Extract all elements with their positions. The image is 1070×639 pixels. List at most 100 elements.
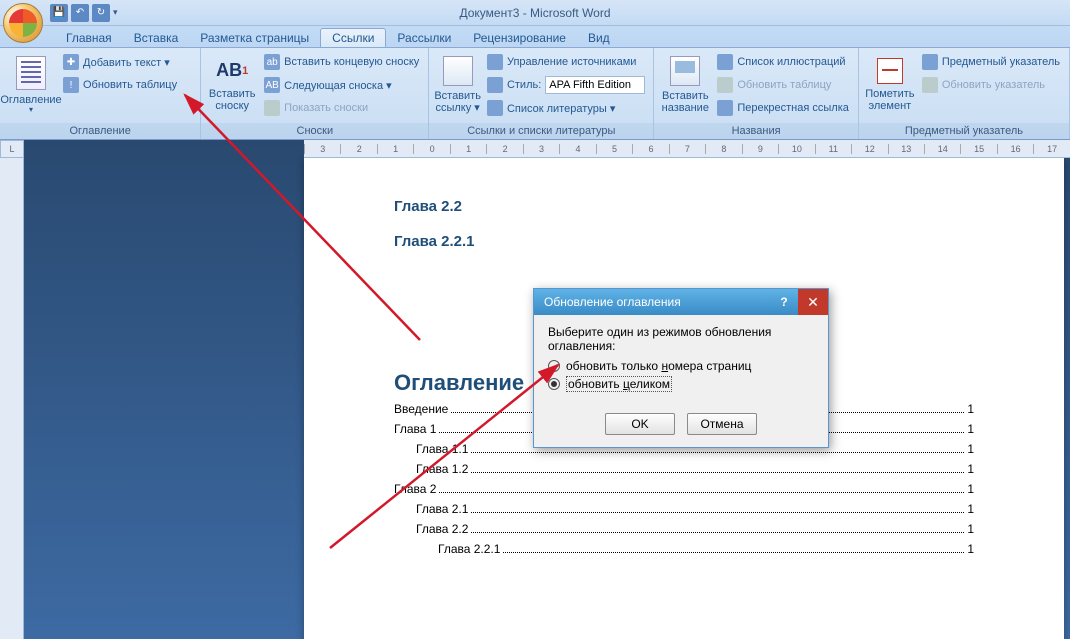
office-button[interactable] <box>3 3 43 43</box>
dialog-buttons: OK Отмена <box>534 405 828 447</box>
update-index-icon <box>922 77 938 93</box>
toc-button-label: Оглавление <box>0 94 61 106</box>
redo-icon[interactable]: ↻ <box>92 4 110 22</box>
style-select[interactable] <box>545 76 645 94</box>
tab-Рассылки[interactable]: Рассылки <box>386 29 462 47</box>
insert-citation-label: Вставить ссылку ▾ <box>434 90 481 114</box>
quick-access-toolbar: 💾 ↶ ↻ ▾ <box>50 0 121 25</box>
toc-leader <box>439 492 964 493</box>
toc-page-number: 1 <box>967 422 974 436</box>
radio-update-entire[interactable]: обновить целиком <box>548 377 814 391</box>
ribbon-tabs: ГлавнаяВставкаРазметка страницыСсылкиРас… <box>0 26 1070 48</box>
toc-leader <box>503 552 964 553</box>
toc-leader <box>471 452 964 453</box>
group-label: Сноски <box>201 123 428 139</box>
tab-Разметка страницы[interactable]: Разметка страницы <box>189 29 320 47</box>
index-icon <box>922 54 938 70</box>
endnote-icon: ab <box>264 54 280 70</box>
next-footnote-icon: AB <box>264 77 280 93</box>
ribbon-group-toc: Оглавление ▾ ✚Добавить текст ▾ !Обновить… <box>0 48 201 139</box>
figures-icon <box>717 54 733 70</box>
insert-caption-label: Вставить название <box>659 90 711 114</box>
toc-icon <box>16 56 46 90</box>
toc-text: Глава 1.1 <box>416 442 468 456</box>
toc-text: Глава 1 <box>394 422 436 436</box>
tab-Главная[interactable]: Главная <box>55 29 123 47</box>
tab-Вид[interactable]: Вид <box>577 29 621 47</box>
table-of-figures-button[interactable]: Список иллюстраций <box>713 51 853 73</box>
ribbon-group-footnotes: AB1 Вставить сноску abВставить концевую … <box>201 48 429 139</box>
toc-entry: Глава 21 <box>394 482 974 496</box>
radio-icon[interactable] <box>548 360 560 372</box>
radio-icon[interactable] <box>548 378 560 390</box>
manage-sources-button[interactable]: Управление источниками <box>483 51 649 73</box>
toc-page-number: 1 <box>967 542 974 556</box>
toc-entry: Глава 2.2.1 1 <box>394 542 974 556</box>
insert-index-button[interactable]: Предметный указатель <box>918 51 1064 73</box>
show-notes-icon <box>264 100 280 116</box>
style-label: Стиль: <box>507 79 541 91</box>
dropdown-icon: ▾ <box>29 106 33 115</box>
toc-leader <box>471 512 964 513</box>
insert-citation-button[interactable]: Вставить ссылку ▾ <box>434 50 481 120</box>
toc-page-number: 1 <box>967 402 974 416</box>
horizontal-ruler[interactable]: 32101234567891011121314151617 <box>304 140 1070 158</box>
show-footnotes-button: Показать сноски <box>260 97 423 119</box>
tab-Вставка[interactable]: Вставка <box>123 29 190 47</box>
style-icon <box>487 77 503 93</box>
update-table-button[interactable]: !Обновить таблицу <box>59 74 181 96</box>
dialog-titlebar[interactable]: Обновление оглавления ? ✕ <box>534 289 828 315</box>
mark-entry-icon <box>877 58 903 84</box>
caption-icon <box>670 56 700 86</box>
toc-button[interactable]: Оглавление ▾ <box>5 50 57 120</box>
toc-page-number: 1 <box>967 442 974 456</box>
ribbon-group-captions: Вставить название Список иллюстраций Обн… <box>654 48 859 139</box>
ok-button[interactable]: OK <box>605 413 675 435</box>
toc-text: Введение <box>394 402 448 416</box>
toc-page-number: 1 <box>967 462 974 476</box>
dialog-close-button[interactable]: ✕ <box>798 289 828 315</box>
toc-entry: Глава 1.2 1 <box>394 462 974 476</box>
toc-leader <box>471 532 964 533</box>
group-label: Оглавление <box>0 123 200 139</box>
toc-text: Глава 2.1 <box>416 502 468 516</box>
dialog-body: Выберите один из режимов обновления огла… <box>534 315 828 405</box>
undo-icon[interactable]: ↶ <box>71 4 89 22</box>
qat-dropdown-icon[interactable]: ▾ <box>113 7 121 18</box>
ribbon-group-citations: Вставить ссылку ▾ Управление источниками… <box>429 48 654 139</box>
manage-sources-icon <box>487 54 503 70</box>
group-label: Названия <box>654 123 858 139</box>
vertical-ruler[interactable] <box>0 140 24 639</box>
tab-Ссылки[interactable]: Ссылки <box>320 28 386 47</box>
mark-entry-label: Пометить элемент <box>864 88 916 112</box>
insert-endnote-button[interactable]: abВставить концевую сноску <box>260 51 423 73</box>
toc-text: Глава 2.2 <box>416 522 468 536</box>
radio-update-page-numbers[interactable]: обновить только номера страниц <box>548 359 814 373</box>
toc-entry: Глава 2.2 1 <box>394 522 974 536</box>
heading: Глава 2.2.1 <box>394 233 974 250</box>
radio-label: обновить только номера страниц <box>566 359 751 373</box>
next-footnote-button[interactable]: ABСледующая сноска ▾ <box>260 74 423 96</box>
ruler-corner: L <box>0 140 24 158</box>
mark-entry-button[interactable]: Пометить элемент <box>864 50 916 120</box>
insert-footnote-label: Вставить сноску <box>206 88 258 112</box>
heading: Глава 2.2 <box>394 198 974 215</box>
dialog-title-text: Обновление оглавления <box>544 295 681 309</box>
save-icon[interactable]: 💾 <box>50 4 68 22</box>
add-text-button[interactable]: ✚Добавить текст ▾ <box>59 51 181 73</box>
cross-reference-button[interactable]: Перекрестная ссылка <box>713 97 853 119</box>
toc-text: Глава 2.2.1 <box>438 542 500 556</box>
bibliography-icon <box>487 100 503 116</box>
toc-page-number: 1 <box>967 522 974 536</box>
toc-entry: Глава 2.11 <box>394 502 974 516</box>
insert-caption-button[interactable]: Вставить название <box>659 50 711 120</box>
insert-footnote-button[interactable]: AB1 Вставить сноску <box>206 50 258 120</box>
toc-text: Глава 1.2 <box>416 462 468 476</box>
tab-Рецензирование[interactable]: Рецензирование <box>462 29 577 47</box>
cancel-button[interactable]: Отмена <box>687 413 757 435</box>
bibliography-button[interactable]: Список литературы ▾ <box>483 97 649 119</box>
dialog-help-button[interactable]: ? <box>770 289 798 315</box>
dialog-prompt: Выберите один из режимов обновления огла… <box>548 325 814 353</box>
ribbon: Оглавление ▾ ✚Добавить текст ▾ !Обновить… <box>0 48 1070 140</box>
window-title: Документ3 - Microsoft Word <box>459 6 610 20</box>
